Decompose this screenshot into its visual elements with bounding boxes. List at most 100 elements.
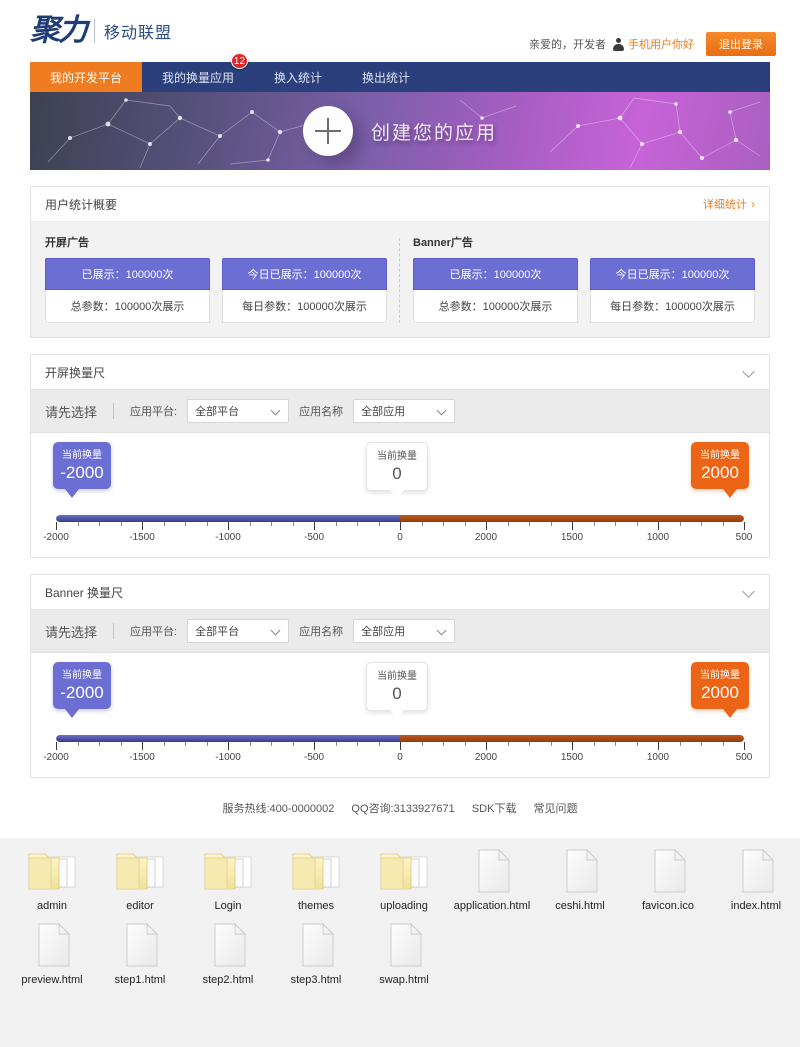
- slider-bubble-current[interactable]: 当前换量 0: [366, 662, 428, 719]
- nav-item-swap-out-stats[interactable]: 换出统计: [342, 62, 430, 92]
- logo-subtitle: 移动联盟: [104, 25, 173, 42]
- slider-tick-minor: [163, 522, 165, 526]
- desktop-file-item[interactable]: step3.html: [272, 912, 360, 986]
- slider-tick-minor: [335, 742, 337, 746]
- desktop-file-item[interactable]: swap.html: [360, 912, 448, 986]
- slider-tick-minor: [701, 522, 702, 526]
- create-app-label: 创建您的应用: [370, 122, 497, 144]
- folder-icon: [111, 847, 169, 895]
- section-title: 开屏换量尺: [45, 365, 106, 380]
- slider-track[interactable]: [56, 735, 744, 742]
- folder-icon: [375, 847, 433, 895]
- app-select[interactable]: 全部应用: [353, 399, 456, 423]
- slider-bubble-min[interactable]: 当前换量 -2000: [53, 442, 111, 498]
- desktop-folder-item[interactable]: uploading: [360, 838, 448, 912]
- slider-tick-label: -500: [303, 752, 325, 763]
- platform-select[interactable]: 全部平台: [187, 399, 290, 423]
- section-header-splash-ruler[interactable]: 开屏换量尺: [30, 354, 770, 390]
- app-select[interactable]: 全部应用: [353, 619, 456, 643]
- chevron-down-icon[interactable]: [743, 366, 755, 378]
- desktop-file-item[interactable]: ceshi.html: [536, 838, 624, 912]
- slider-track[interactable]: [56, 515, 744, 522]
- site-logo[interactable]: 聚力 移动联盟: [30, 9, 172, 53]
- filters-splash: 请先选择 应用平台: 全部平台 应用名称 全部应用: [30, 390, 770, 433]
- user-avatar-icon: [612, 37, 625, 51]
- slider-tick-minor: [443, 742, 444, 746]
- logout-button[interactable]: 退出登录: [706, 32, 776, 56]
- nav-label: 换入统计: [274, 70, 323, 85]
- app-filter-label: 应用名称: [299, 406, 344, 418]
- slider-tick-major: [744, 522, 745, 530]
- desktop-item-label: preview.html: [21, 974, 83, 986]
- slider-tick-major: [486, 522, 487, 530]
- folder-icon: [23, 847, 81, 895]
- slider-tick-major: [314, 742, 315, 750]
- slider-tick-minor: [77, 742, 79, 746]
- nav-label: 换出统计: [362, 70, 411, 85]
- stats-group-label: Banner广告: [413, 237, 473, 249]
- desktop-file-item[interactable]: preview.html: [8, 912, 96, 986]
- slider-tick-minor: [120, 522, 122, 526]
- desktop-file-item[interactable]: step2.html: [184, 912, 272, 986]
- slider-tick-minor: [378, 742, 380, 746]
- desktop-folder-item[interactable]: editor: [96, 838, 184, 912]
- detailed-stats-link[interactable]: 详细统计 ›: [703, 196, 755, 212]
- slider-tick-minor: [550, 742, 552, 746]
- section-header-banner-ruler[interactable]: Banner 换量尺: [30, 574, 770, 610]
- stat-bottom-value: 总参数：100000次展示: [45, 290, 210, 323]
- footer-sdk-link[interactable]: SDK下载: [472, 803, 517, 815]
- chevron-down-icon[interactable]: [743, 586, 755, 598]
- slider-bubble-max[interactable]: 当前换量 2000: [691, 442, 749, 498]
- slider-tick-minor: [464, 742, 466, 746]
- create-app-banner[interactable]: 创建您的应用: [30, 92, 770, 170]
- desktop-folder-item[interactable]: Login: [184, 838, 272, 912]
- nav-item-swap-in-stats[interactable]: 换入统计: [254, 62, 342, 92]
- bubble-value: 0: [392, 464, 402, 483]
- desktop-folder-item[interactable]: admin: [8, 838, 96, 912]
- slider-tick-label: -1000: [215, 532, 241, 543]
- slider-tick-minor: [507, 522, 509, 526]
- slider-bubble-max[interactable]: 当前换量 2000: [691, 662, 749, 718]
- slider-bubble-current[interactable]: 当前换量 0: [366, 442, 428, 499]
- slider-tick-minor: [357, 522, 358, 526]
- platform-select[interactable]: 全部平台: [187, 619, 290, 643]
- desktop-file-item[interactable]: favicon.ico: [624, 838, 712, 912]
- user-area: 亲爱的，开发者 手机用户你好 退出登录: [529, 32, 776, 56]
- slider-tick-minor: [679, 742, 681, 746]
- stat-bottom-value: 每日参数：100000次展示: [222, 290, 387, 323]
- slider-tick-minor: [378, 522, 380, 526]
- file-icon: [727, 847, 785, 895]
- nav-item-my-platform[interactable]: 我的开发平台: [30, 62, 143, 92]
- slider-tick-minor: [636, 522, 638, 526]
- stats-group-splash: 开屏广告 已展示：100000次 总参数：100000次展示 今日已展示：100…: [45, 234, 387, 323]
- slider-tick-minor: [615, 742, 616, 746]
- desktop-item-label: step3.html: [290, 974, 342, 986]
- slider-tick-label: 1000: [646, 752, 670, 763]
- slider-tick-major: [486, 742, 487, 750]
- desktop-folder-item[interactable]: themes: [272, 838, 360, 912]
- slider-tick-major: [744, 742, 745, 750]
- stat-top-value: 今日已展示：100000次: [222, 258, 387, 290]
- desktop-file-item[interactable]: index.html: [712, 838, 800, 912]
- file-icon: [463, 847, 521, 895]
- desktop-file-item[interactable]: application.html: [448, 838, 536, 912]
- username-link[interactable]: 手机用户你好: [628, 36, 694, 52]
- desktop-icon-row-2: preview.html step1.html step2.html step3.ht…: [0, 912, 800, 986]
- section-title: Banner 换量尺: [45, 585, 124, 600]
- footer-faq-link[interactable]: 常见问题: [534, 803, 578, 815]
- slider-bubble-min[interactable]: 当前换量 -2000: [53, 662, 111, 718]
- slider-tick-minor: [593, 742, 595, 746]
- nav-item-my-swap-apps[interactable]: 我的换量应用 12: [142, 53, 254, 92]
- slider-tick-label: -2000: [43, 752, 69, 763]
- site-header: 聚力 移动联盟 亲爱的，开发者 手机用户你好 退出登录: [0, 0, 800, 62]
- slider-tick-label: 500: [735, 752, 753, 763]
- slider-tick-minor: [507, 742, 509, 746]
- slider-track-right: [400, 515, 744, 522]
- slider-ticks: [56, 742, 745, 750]
- slider-tick-minor: [292, 522, 294, 526]
- desktop-file-item[interactable]: step1.html: [96, 912, 184, 986]
- bubble-value: 2000: [701, 683, 739, 702]
- plus-circle-icon[interactable]: [302, 106, 353, 156]
- content-wrap: 用户统计概要 详细统计 › 开屏广告 已展示：100000次 总参数：10000…: [30, 186, 770, 830]
- file-icon: [551, 847, 609, 895]
